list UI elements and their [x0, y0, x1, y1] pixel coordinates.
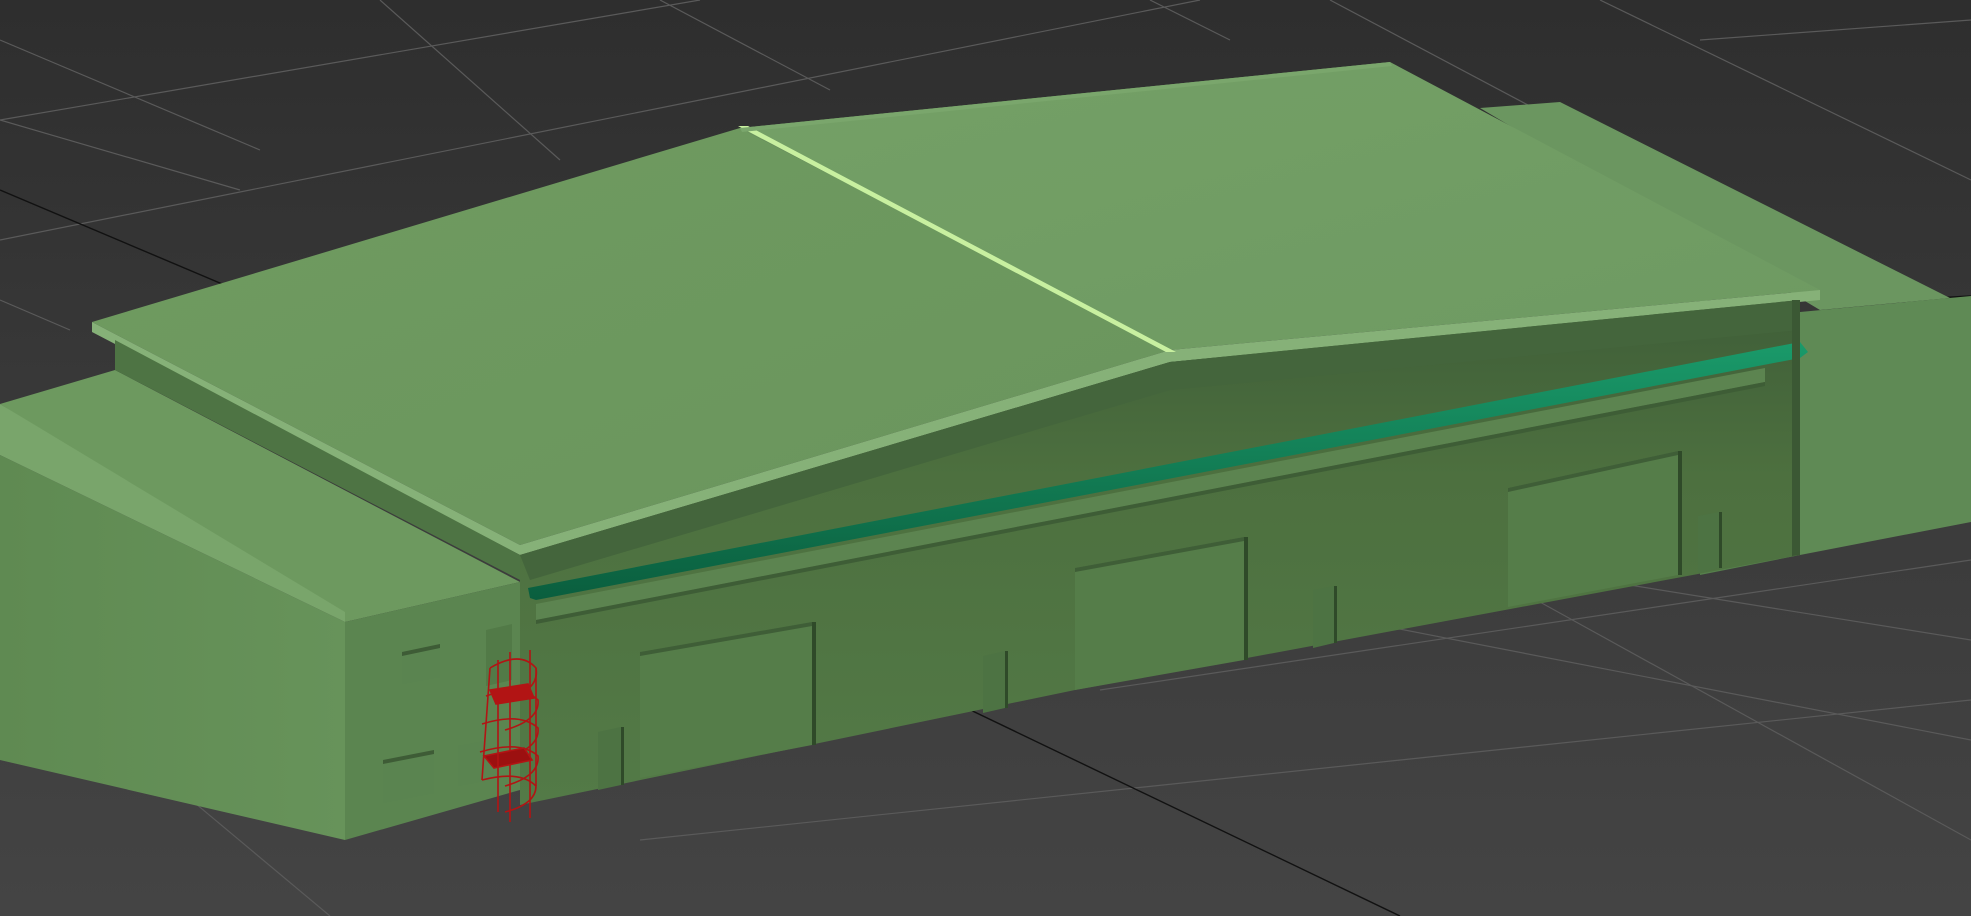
personnel-door-3[interactable]	[1313, 586, 1337, 648]
viewport-canvas[interactable]	[0, 0, 1971, 916]
personnel-door-1[interactable]	[598, 727, 624, 790]
3d-viewport[interactable]	[0, 0, 1971, 916]
personnel-door-2[interactable]	[983, 651, 1008, 713]
facade-edge	[1792, 300, 1800, 556]
personnel-door-4[interactable]	[1698, 512, 1722, 573]
